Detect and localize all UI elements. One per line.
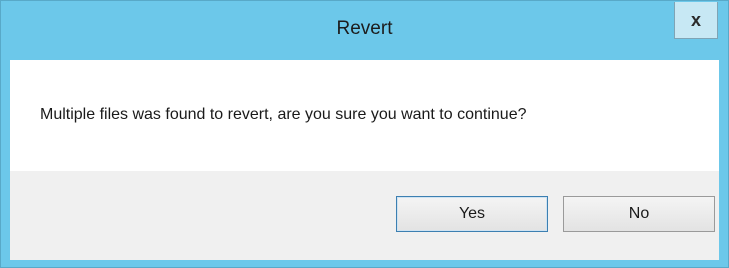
no-button[interactable]: No xyxy=(563,196,715,232)
message-panel: Multiple files was found to revert, are … xyxy=(10,60,719,171)
window-title: Revert xyxy=(336,18,393,39)
dialog-client-area: Multiple files was found to revert, are … xyxy=(10,60,719,260)
revert-dialog: Revert x Multiple files was found to rev… xyxy=(0,0,729,268)
close-button[interactable]: x xyxy=(674,2,718,39)
confirmation-message: Multiple files was found to revert, are … xyxy=(40,106,527,123)
title-bar[interactable]: Revert x xyxy=(1,1,728,61)
close-icon: x xyxy=(690,10,701,30)
yes-button[interactable]: Yes xyxy=(396,196,548,232)
